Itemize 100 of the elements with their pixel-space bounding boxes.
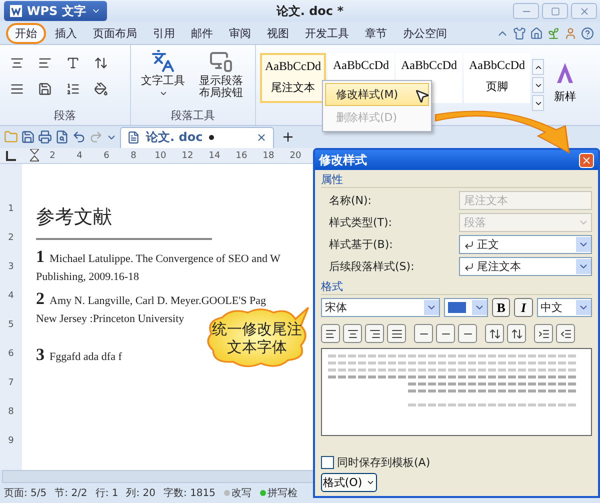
shirt-icon[interactable] (513, 26, 526, 40)
plant-icon[interactable] (547, 26, 560, 40)
more-button[interactable] (532, 95, 544, 111)
return-icon (464, 262, 474, 272)
ribbon-tab[interactable]: 插入 (48, 24, 84, 42)
tab-stop-icon[interactable] (6, 150, 16, 160)
section-title: 属性 (321, 172, 592, 188)
maximize-button[interactable] (542, 3, 568, 19)
modified-dot-icon (208, 135, 214, 140)
home-icon[interactable] (530, 26, 543, 40)
style-select[interactable]: 尾注文本 (459, 257, 592, 276)
document-tab[interactable]: 论文. doc (120, 126, 274, 148)
ruler-number: 2 (48, 150, 56, 160)
ribbon-button[interactable]: 显示段落布局按钮 (195, 49, 247, 108)
field-label: 样式基于(B): (329, 237, 394, 252)
save-to-template-checkbox[interactable]: 同时保存到模板(A) (321, 455, 592, 470)
ruler-number: 10 (154, 150, 168, 160)
style-preset[interactable]: AaBbCcDd 页脚 (464, 53, 530, 103)
style-select[interactable]: 正文 (459, 235, 592, 254)
ribbon-tab[interactable]: 开始 (6, 22, 46, 44)
help-icon[interactable] (581, 26, 594, 40)
group-label: 段落 (53, 108, 77, 124)
callout-text: 统一修改尾注文本字体 (211, 320, 303, 356)
bold-button[interactable]: B (492, 298, 510, 317)
screen-icon (209, 49, 233, 73)
style-preset[interactable]: AaBbCcDd 尾注文本 (260, 53, 326, 103)
language-select[interactable]: 中文 (536, 298, 592, 317)
ruler-number: 8 (130, 150, 138, 160)
center-align-button[interactable] (343, 324, 362, 343)
space-after-icon (510, 328, 522, 340)
medium-spacing-button[interactable] (436, 324, 455, 343)
close-icon (578, 6, 590, 16)
right-align-button[interactable] (365, 324, 384, 343)
indent-marker-icon[interactable] (30, 148, 39, 162)
save-icon (38, 82, 52, 96)
center-align-icon (346, 328, 358, 340)
ribbon-tab[interactable]: 页面布局 (86, 24, 144, 42)
field-label: 后续段落样式(S): (329, 259, 416, 274)
close-icon (581, 154, 592, 166)
left-align-icon (38, 56, 52, 70)
scroll-down-button[interactable] (532, 77, 544, 93)
indent-button[interactable] (534, 324, 553, 343)
left-align-button[interactable] (321, 324, 340, 343)
window-title: 论文. doc * (275, 2, 344, 20)
status-item: 行: 1 (95, 487, 118, 500)
status-item: 列: 20 (126, 487, 156, 500)
ruler-number: 8 (8, 407, 14, 417)
caret-icon (366, 478, 376, 487)
dialog-title: 修改样式 (319, 152, 367, 168)
field-label: 样式类型(T): (329, 215, 394, 230)
justify-icon (390, 328, 402, 340)
scroll-bar[interactable] (2, 470, 314, 483)
return-icon (464, 240, 474, 250)
outdent-icon (560, 328, 572, 340)
undo-icon[interactable] (72, 130, 86, 144)
plus-icon (281, 130, 295, 144)
status-item: 字数: 1815 (164, 486, 216, 500)
preview-icon[interactable] (55, 130, 69, 144)
ribbon-tab[interactable]: 引用 (146, 24, 182, 42)
right-align-icon (368, 328, 380, 340)
list-icon (66, 82, 80, 96)
ribbon-tab[interactable]: 办公空间 (396, 24, 454, 42)
section-title: 格式 (321, 279, 592, 295)
ribbon-tab[interactable]: 邮件 (184, 24, 220, 42)
space-before-button[interactable] (485, 324, 504, 343)
space-before-icon (488, 328, 500, 340)
ruler-number: 1 (8, 204, 14, 214)
endnote-text: New Jersey :Princeton University (36, 312, 184, 327)
maximize-icon (550, 6, 560, 16)
close-icon[interactable] (256, 132, 267, 143)
space-after-button[interactable] (507, 324, 526, 343)
ribbon-tab[interactable]: 视图 (260, 24, 296, 42)
ruler-number: 18 (262, 150, 276, 160)
outdent-button[interactable] (556, 324, 575, 343)
ribbon-tab[interactable]: 审阅 (222, 24, 258, 42)
single-spacing-button[interactable] (414, 324, 433, 343)
ruler-number: 3 (8, 262, 14, 272)
italic-button[interactable]: I (514, 298, 533, 317)
person-icon[interactable] (564, 26, 577, 40)
size-select[interactable] (444, 298, 488, 317)
heading: 参考文献 (36, 204, 212, 240)
new-style-button[interactable]: 新样 (546, 53, 578, 104)
save-icon[interactable] (21, 130, 35, 144)
field-label: 名称(N): (329, 193, 373, 208)
ruler-number: 5 (8, 320, 14, 330)
justify-button[interactable] (387, 324, 406, 343)
double-spacing-button[interactable] (458, 324, 477, 343)
app-menu-button[interactable]: WPS 文字 (4, 1, 107, 21)
print-icon[interactable] (38, 130, 52, 144)
status-item: 页面: 5/5 (4, 487, 47, 500)
ruler-number: 16 (234, 150, 248, 160)
format-button[interactable]: 格式(O) (321, 473, 377, 492)
ribbon-button[interactable]: 文字工具 (137, 49, 189, 108)
menu-item[interactable]: 修改样式(M) (325, 83, 429, 106)
text-tool-icon (151, 49, 175, 73)
ribbon-tab[interactable]: 章节 (358, 24, 394, 42)
font-size-icon (66, 56, 80, 70)
font-select[interactable]: 宋体 (321, 298, 440, 317)
scroll-up-button[interactable] (532, 59, 544, 75)
ribbon-tab[interactable]: 开发工具 (298, 24, 356, 42)
